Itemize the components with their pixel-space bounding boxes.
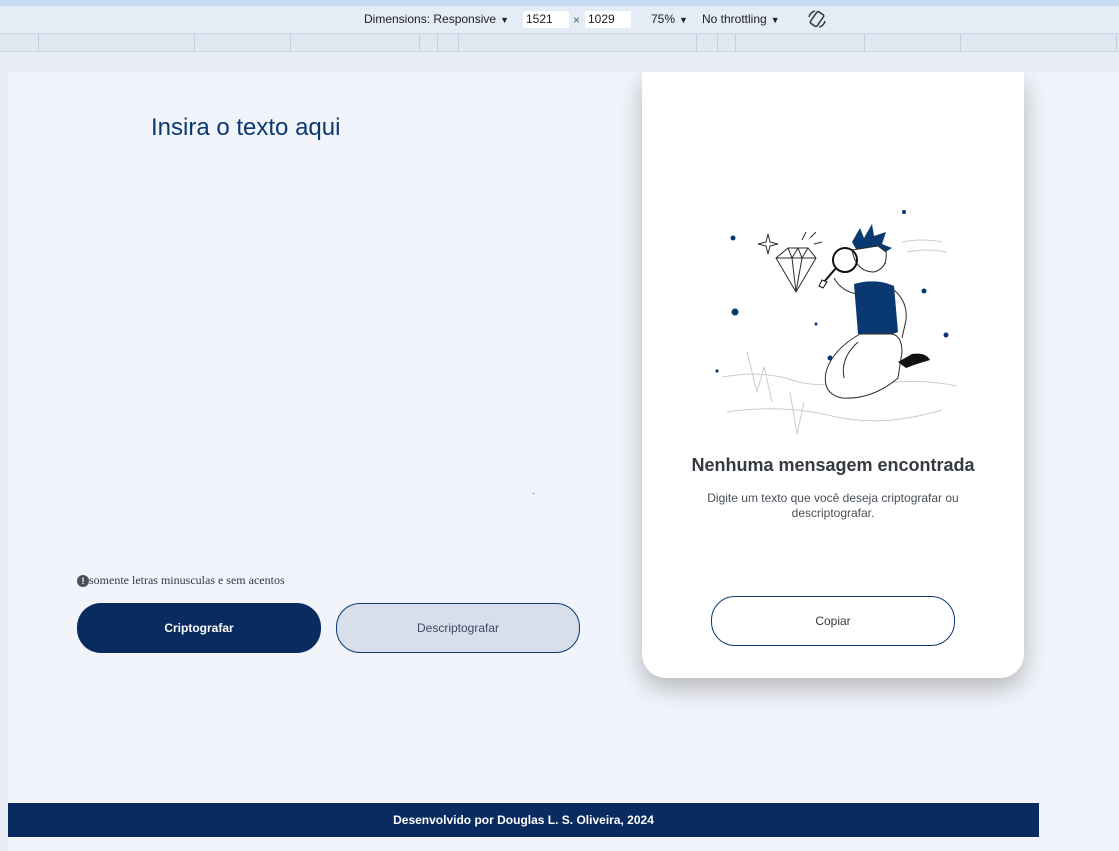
- decrypt-button[interactable]: Descriptografar: [336, 603, 580, 653]
- ruler-tick: [458, 34, 459, 51]
- footer-text: Desenvolvido por Douglas L. S. Oliveira,…: [393, 813, 654, 827]
- text-input-title[interactable]: Insira o texto aqui: [151, 114, 340, 142]
- ruler-tick: [1116, 34, 1117, 51]
- dropdown-arrow-icon: ▼: [770, 15, 780, 25]
- ruler-tick: [696, 34, 697, 51]
- height-input[interactable]: [585, 11, 631, 28]
- search-illustration: [715, 210, 958, 435]
- dimensions-label: Dimensions: Responsive: [364, 12, 497, 26]
- hint-text: somente letras minusculas e sem acentos: [89, 573, 285, 587]
- ruler-tick: [960, 34, 961, 51]
- ruler-tick: [290, 34, 291, 51]
- copy-button[interactable]: Copiar: [711, 596, 955, 646]
- width-input[interactable]: [523, 11, 569, 28]
- ruler-tick: [38, 34, 39, 51]
- ruler-tick: [437, 34, 438, 51]
- ruler-tick: [419, 34, 420, 51]
- dropdown-arrow-icon: ▼: [679, 15, 688, 25]
- zoom-label: 75%: [651, 12, 676, 26]
- page-footer: Desenvolvido por Douglas L. S. Oliveira,…: [8, 803, 1039, 837]
- page-viewport: Insira o texto aqui ! somente letras min…: [8, 72, 1119, 851]
- dimensions-dropdown[interactable]: Dimensions: Responsive ▼: [364, 12, 509, 26]
- ruler-tick: [717, 34, 718, 51]
- ruler-tick: [735, 34, 736, 51]
- empty-state-title: Nenhuma mensagem encontrada: [691, 455, 975, 475]
- zoom-dropdown[interactable]: 75% ▼: [651, 12, 688, 26]
- textarea-caret: [533, 493, 534, 494]
- times-sign: ×: [573, 13, 581, 27]
- rotate-icon[interactable]: [806, 9, 828, 29]
- throttling-dropdown[interactable]: No throttling ▼: [702, 12, 780, 26]
- empty-state-description: Digite um texto que você deseja criptogr…: [707, 491, 959, 520]
- exclamation-icon: !: [77, 574, 89, 587]
- dropdown-arrow-icon: ▼: [500, 15, 509, 25]
- media-query-ruler[interactable]: [0, 33, 1119, 52]
- encrypt-button[interactable]: Criptografar: [77, 603, 321, 653]
- ruler-tick: [864, 34, 865, 51]
- throttling-label: No throttling: [702, 12, 767, 26]
- devtools-device-toolbar: Dimensions: Responsive▼ × 75%▼ No thrott…: [0, 6, 1119, 33]
- output-card: Nenhuma mensagem encontrada Digite um te…: [642, 72, 1024, 678]
- input-hint: ! somente letras minusculas e sem acento…: [77, 573, 285, 588]
- ruler-tick: [194, 34, 195, 51]
